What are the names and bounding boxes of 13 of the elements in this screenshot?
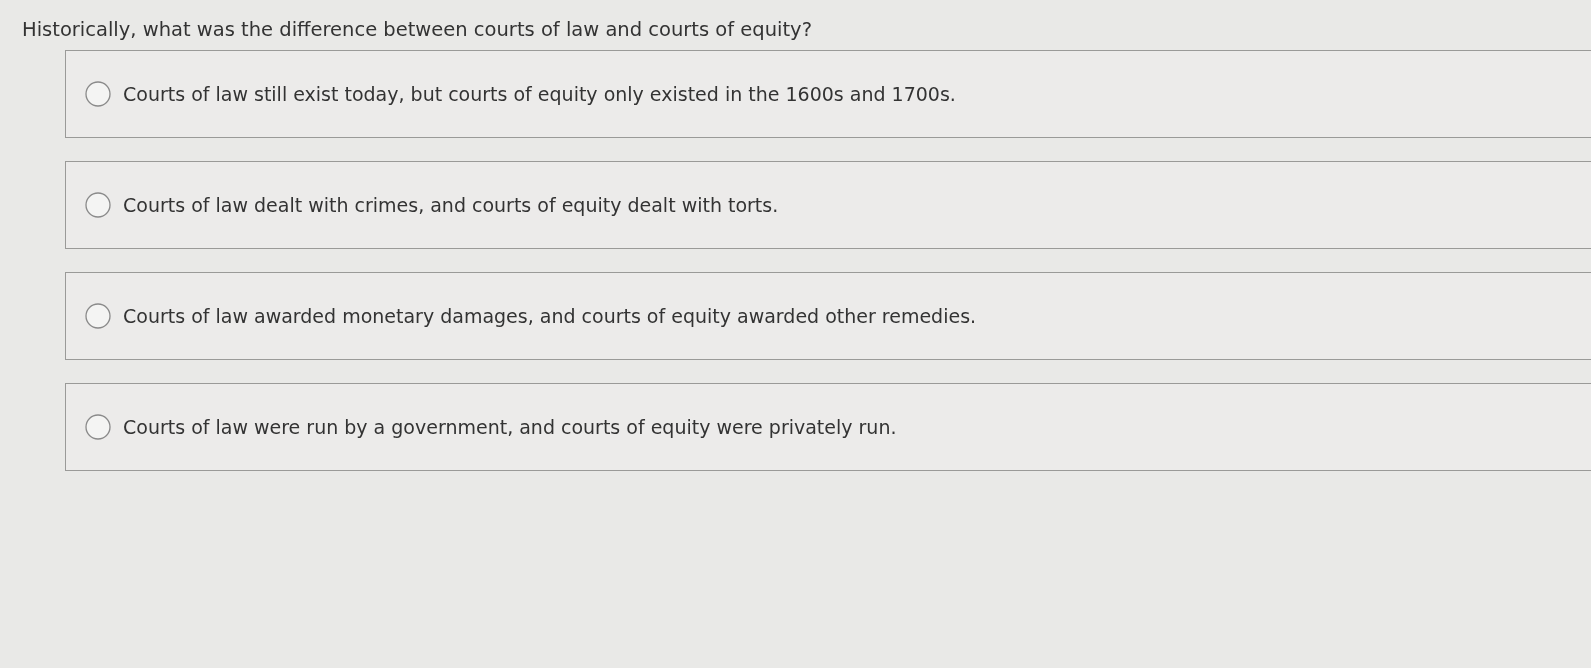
answer-option[interactable]: Courts of law still exist today, but courts of equity only existed in the 1600s and 1700s.: [65, 50, 1591, 138]
radio-button-icon[interactable]: [85, 81, 111, 107]
radio-button-icon[interactable]: [85, 414, 111, 440]
radio-button-icon[interactable]: [85, 192, 111, 218]
answer-option[interactable]: Courts of law were run by a government, and courts of equity were privately run.: [65, 383, 1591, 471]
answer-option[interactable]: Courts of law awarded monetary damages, and courts of equity awarded other remedies.: [65, 272, 1591, 360]
option-label: Courts of law dealt with crimes, and courts of equity dealt with torts.: [123, 193, 779, 217]
radio-button-icon[interactable]: [85, 303, 111, 329]
option-label: Courts of law were run by a government, and courts of equity were privately run.: [123, 415, 897, 439]
question-text: Historically, what was the difference between courts of law and courts of equity?: [22, 18, 812, 41]
option-label: Courts of law awarded monetary damages, and courts of equity awarded other remedies.: [123, 304, 977, 328]
answer-option[interactable]: Courts of law dealt with crimes, and courts of equity dealt with torts.: [65, 161, 1591, 249]
option-label: Courts of law still exist today, but courts of equity only existed in the 1600s and 1700s.: [123, 82, 956, 106]
